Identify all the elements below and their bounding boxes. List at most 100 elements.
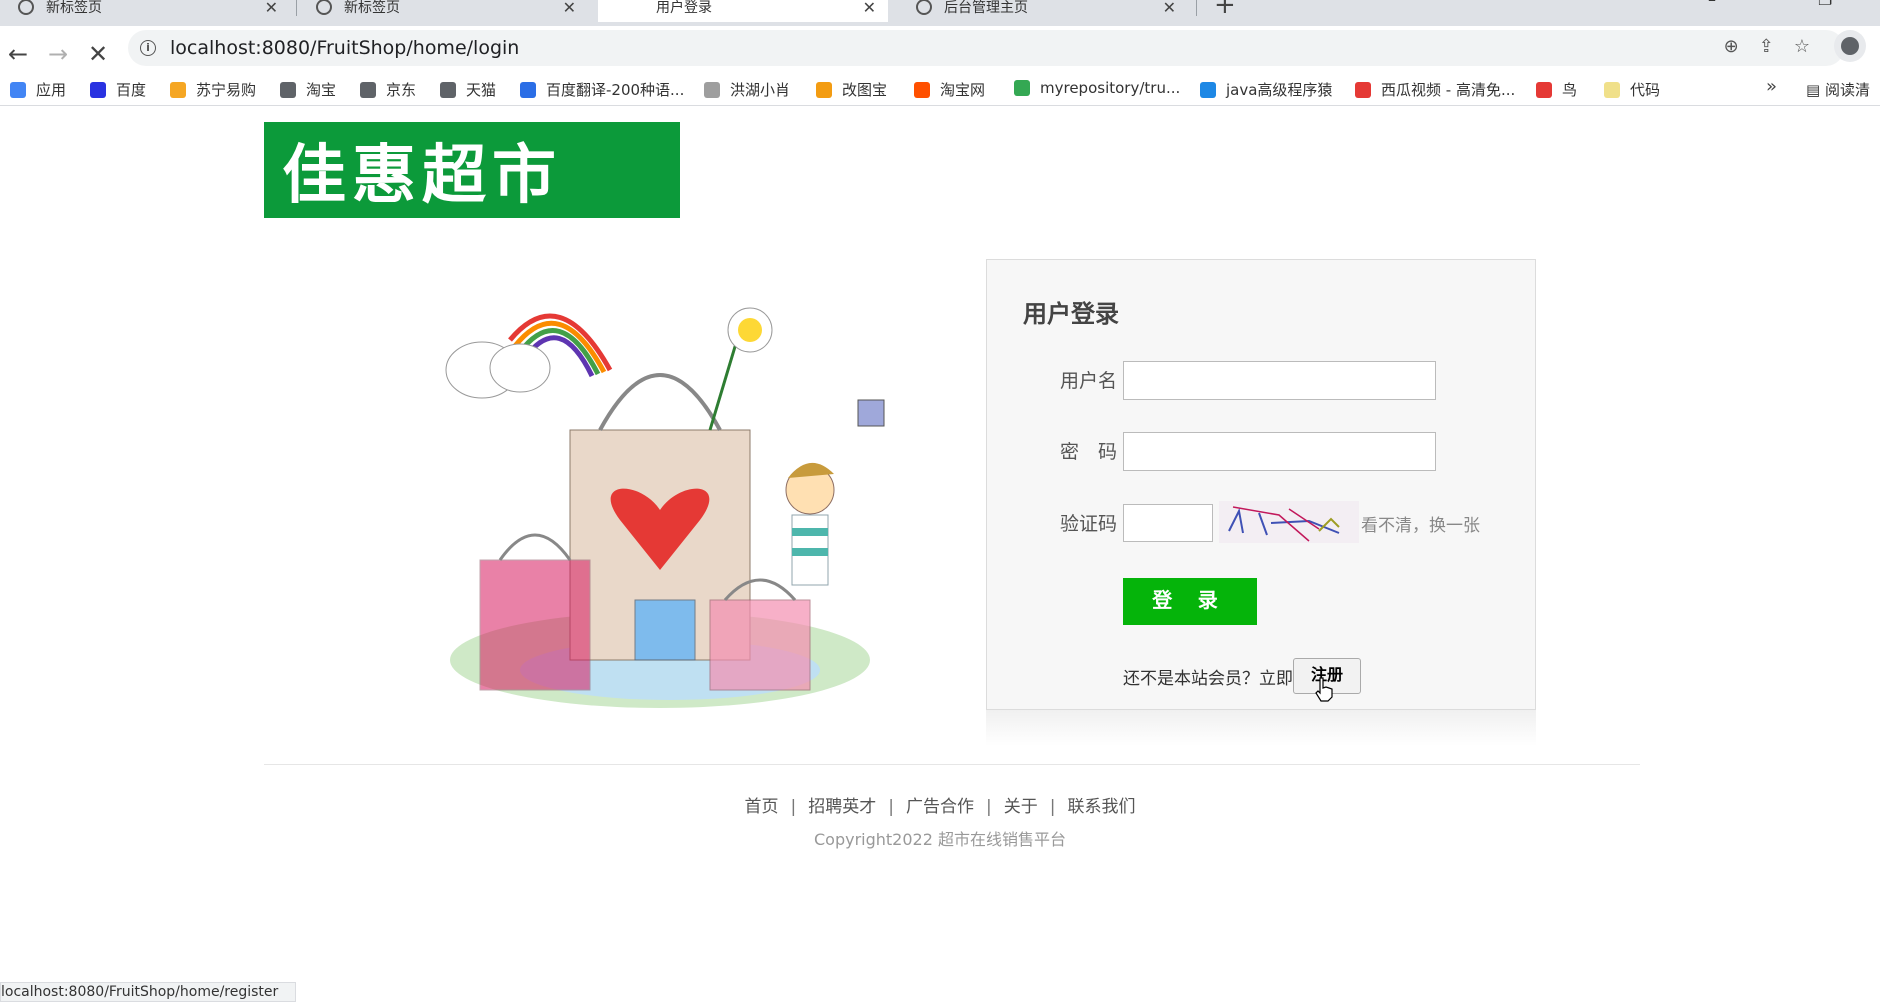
bookmark-label: myrepository/tru... [1040,79,1181,97]
bookmark-favicon-icon [1014,80,1030,96]
bookmark-label: 鸟 [1562,81,1578,99]
bookmark-favicon-icon [440,81,456,98]
footer-divider [264,764,1640,765]
tab-admin-home[interactable]: 后台管理主页 ✕ [898,0,1188,22]
tab-strip: 新标签页 ✕ 新标签页 ✕ 用户登录 ✕ 后台管理主页 ✕ + – ❐ [0,0,1880,26]
bookmark-item[interactable]: 应用 [10,79,66,100]
bookmark-item[interactable]: 淘宝网 [914,79,985,100]
bookmark-item[interactable]: java高级程序猿 [1200,79,1332,100]
back-arrow-icon[interactable]: ← [4,40,32,68]
captcha-label: 验证码 [1059,513,1117,535]
reading-list-button[interactable]: ▤ 阅读清 [1806,79,1870,100]
captcha-refresh-link[interactable]: 看不清，换一张 [1361,511,1480,536]
close-icon[interactable]: ✕ [563,0,576,17]
login-button[interactable]: 登 录 [1123,578,1257,625]
bookmark-favicon-icon [1604,81,1620,98]
close-icon[interactable]: ✕ [863,0,876,17]
login-title: 用户登录 [1023,300,1119,328]
tab-newtab-1[interactable]: 新标签页 ✕ [0,0,290,22]
bookmark-favicon-icon [1355,81,1371,98]
bookmark-label: 百度翻译-200种语... [546,81,685,99]
bookmark-favicon-icon [170,81,186,98]
forward-arrow-icon[interactable]: → [44,40,72,68]
bookmark-favicon-icon [90,81,106,98]
minimize-icon[interactable]: – [1708,0,1716,9]
bookmark-label: 百度 [116,81,147,99]
restore-icon[interactable]: ❐ [1818,0,1832,9]
register-hint: 还不是本站会员？立即 [1123,669,1293,689]
bookmark-label: 代码 [1630,81,1661,99]
copyright-text: Copyright2022 超市在线销售平台 [814,830,1066,849]
footer-links: 首页 | 招聘英才 | 广告合作 | 关于 | 联系我们 [744,797,1136,817]
bookmark-favicon-icon [704,81,720,98]
bookmark-item[interactable]: 代码 [1604,79,1660,100]
bookmark-favicon-icon [914,81,930,98]
bookmark-item[interactable]: 鸟 [1536,79,1577,100]
footer-link-about[interactable]: 关于 [1004,797,1038,817]
tab-title: 新标签页 [46,0,102,16]
info-icon[interactable]: i [140,40,156,56]
share-icon[interactable]: ⇪ [1759,36,1774,57]
bookmark-item[interactable]: 天猫 [440,79,496,100]
login-panel-shadow [986,710,1536,746]
bookmarks-bar: 应用 百度 苏宁易购 淘宝 京东 天猫 百度翻译-200种语... 洪湖小肖 改图宝 淘宝网 myr… [0,70,1880,106]
bookmark-label: 应用 [36,81,67,99]
bookmark-favicon-icon [520,81,536,98]
bookmark-label: 淘宝网 [940,81,986,99]
bookmarks-overflow-icon[interactable]: » [1766,76,1777,97]
bookmark-favicon-icon [10,81,26,98]
tab-title: 后台管理主页 [944,0,1028,16]
bookmark-item[interactable]: myrepository/tru... [1014,79,1180,97]
tab-divider [296,0,297,16]
close-icon[interactable]: ✕ [1163,0,1176,17]
bookmark-item[interactable]: 百度 [90,79,146,100]
login-panel: 用户登录 用户名 密 码 验证码 看不清，换一张 登 录 还不是本站会员？立即 … [986,259,1536,710]
reading-list-label: 阅读清 [1824,81,1870,99]
close-icon[interactable]: ✕ [265,0,278,17]
profile-avatar[interactable] [1834,30,1866,62]
tab-divider [1196,0,1197,16]
captcha-image[interactable] [1219,501,1359,543]
bookmark-label: 苏宁易购 [196,81,257,99]
captcha-input[interactable] [1123,504,1213,542]
address-bar[interactable]: i localhost:8080/FruitShop/home/login [128,30,1844,66]
bookmark-label: 京东 [386,81,417,99]
profile-icon [1841,37,1859,55]
tab-newtab-2[interactable]: 新标签页 ✕ [298,0,588,22]
username-label: 用户名 [1059,370,1117,392]
tab-title: 用户登录 [656,0,712,16]
tab-user-login[interactable]: 用户登录 ✕ [598,0,888,22]
bookmark-favicon-icon [816,81,832,98]
bookmark-favicon-icon [360,81,376,98]
site-logo[interactable]: 佳惠超市 [264,122,680,218]
bookmark-item[interactable]: 淘宝 [280,79,336,100]
omnibox-actions: ⊕ ⇪ ☆ [1724,36,1810,57]
bookmark-label: 西瓜视频 - 高清免... [1381,81,1516,99]
footer-link-contact[interactable]: 联系我们 [1067,797,1135,817]
bookmark-label: 改图宝 [842,81,888,99]
status-bar-url: localhost:8080/FruitShop/home/register [0,982,296,1002]
zoom-icon[interactable]: ⊕ [1724,36,1739,57]
bookmark-item[interactable]: 百度翻译-200种语... [520,79,684,100]
globe-icon [18,0,34,15]
bookmark-favicon-icon [1536,81,1552,98]
bookmark-star-icon[interactable]: ☆ [1794,36,1810,57]
bookmark-item[interactable]: 改图宝 [816,79,887,100]
bookmark-item[interactable]: 苏宁易购 [170,79,256,100]
password-label: 密 码 [1059,441,1117,463]
bookmark-label: java高级程序猿 [1226,81,1333,99]
bookmark-item[interactable]: 京东 [360,79,416,100]
footer-link-home[interactable]: 首页 [745,797,779,817]
footer-link-careers[interactable]: 招聘英才 [808,797,876,817]
new-tab-button[interactable]: + [1214,0,1236,20]
footer-link-advertising[interactable]: 广告合作 [906,797,974,817]
bookmark-item[interactable]: 洪湖小肖 [704,79,790,100]
url-text[interactable]: localhost:8080/FruitShop/home/login [170,37,519,59]
bookmark-label: 淘宝 [306,81,337,99]
bookmark-favicon-icon [1200,81,1216,98]
password-input[interactable] [1123,432,1436,471]
bookmark-item[interactable]: 西瓜视频 - 高清免... [1355,79,1515,100]
username-input[interactable] [1123,361,1436,400]
bookmark-favicon-icon [280,81,296,98]
stop-loading-icon[interactable]: ✕ [84,40,112,68]
